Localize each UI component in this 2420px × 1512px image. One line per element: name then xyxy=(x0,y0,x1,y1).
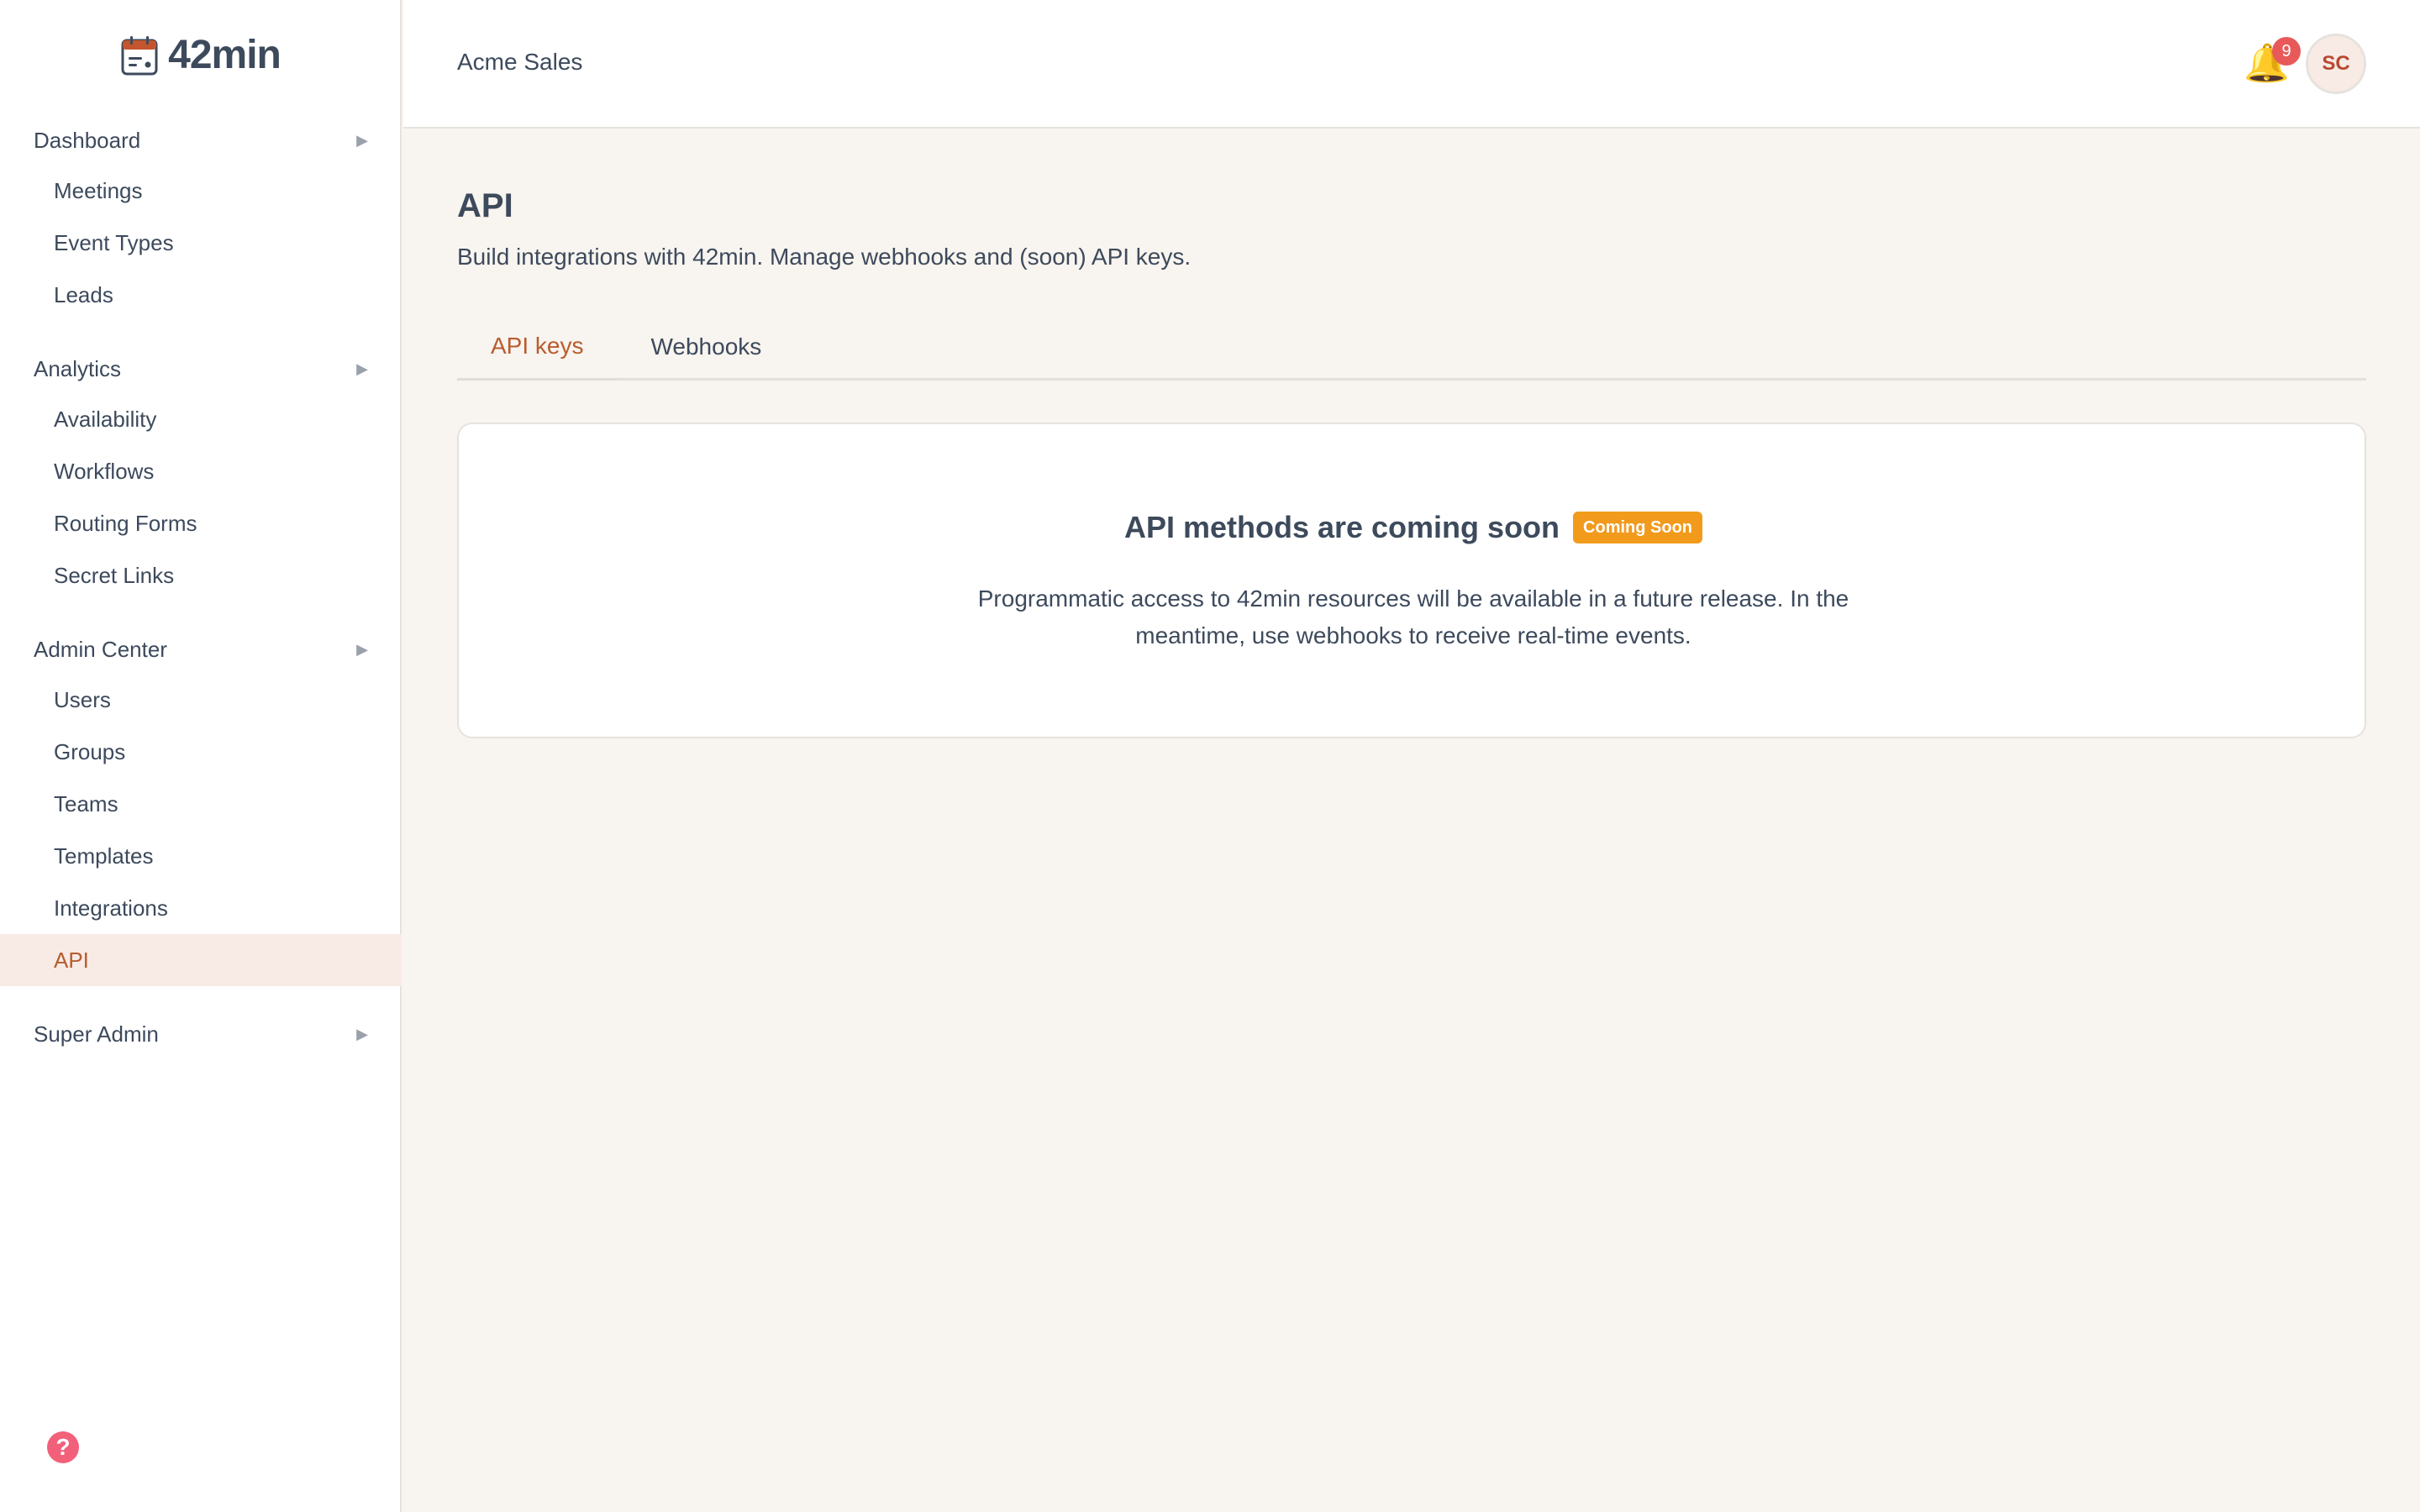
chevron-right-icon: ▶ xyxy=(356,640,368,658)
sidebar-item-groups[interactable]: Groups xyxy=(0,726,402,778)
sidebar-item-meetings[interactable]: Meetings xyxy=(0,165,402,217)
sidebar-item-templates[interactable]: Templates xyxy=(0,830,402,882)
notification-badge: 9 xyxy=(2272,37,2301,66)
page-subtitle: Build integrations with 42min. Manage we… xyxy=(457,244,1192,270)
coming-soon-card: API methods are coming soon Coming Soon … xyxy=(457,423,2366,738)
card-title: API methods are coming soon xyxy=(1123,510,1560,544)
page-title: API xyxy=(457,187,513,224)
chevron-right-icon: ▶ xyxy=(356,131,368,149)
help-icon[interactable]: ? xyxy=(47,1431,79,1463)
top-bar: Acme Sales 🔔 9 SC xyxy=(403,0,2420,129)
group-label: Analytics xyxy=(34,355,122,381)
group-header-admin-center[interactable]: Admin Center ▶ xyxy=(0,625,402,674)
group-label: Dashboard xyxy=(34,127,141,153)
sidebar-item-routing-forms[interactable]: Routing Forms xyxy=(0,497,402,549)
sidebar-item-leads[interactable]: Leads xyxy=(0,269,402,321)
sidebar-item-teams[interactable]: Teams xyxy=(0,778,402,830)
group-header-super-admin[interactable]: Super Admin ▶ xyxy=(0,1010,402,1058)
nav-group-admin-center: Admin Center ▶ Users Groups Teams Templa… xyxy=(0,625,402,986)
card-heading: API methods are coming soon Coming Soon xyxy=(459,510,2368,545)
sidebar-item-availability[interactable]: Availability xyxy=(0,393,402,445)
logo-text: 42min xyxy=(168,33,281,77)
status-badge: Coming Soon xyxy=(1573,512,1703,543)
group-label: Super Admin xyxy=(34,1021,159,1047)
org-name[interactable]: Acme Sales xyxy=(457,49,582,76)
group-header-dashboard[interactable]: Dashboard ▶ xyxy=(0,116,402,165)
nav-group-analytics: Analytics ▶ Availability Workflows Routi… xyxy=(0,344,402,601)
chevron-right-icon: ▶ xyxy=(356,1025,368,1042)
sidebar-item-event-types[interactable]: Event Types xyxy=(0,217,402,269)
card-description: Programmatic access to 42min resources w… xyxy=(977,585,1849,648)
calendar-icon xyxy=(121,35,158,75)
sidebar-item-integrations[interactable]: Integrations xyxy=(0,882,402,934)
sidebar: 42min Dashboard ▶ Meetings Event Types L… xyxy=(0,0,402,1512)
sidebar-nav: Dashboard ▶ Meetings Event Types Leads A… xyxy=(0,116,402,1082)
nav-group-dashboard: Dashboard ▶ Meetings Event Types Leads xyxy=(0,116,402,321)
sidebar-item-secret-links[interactable]: Secret Links xyxy=(0,549,402,601)
tab-bar: API keys Webhooks xyxy=(457,313,2366,381)
group-label: Admin Center xyxy=(34,636,167,662)
avatar[interactable]: SC xyxy=(2306,34,2366,94)
chevron-right-icon: ▶ xyxy=(356,360,368,377)
sidebar-item-users[interactable]: Users xyxy=(0,674,402,726)
nav-group-super-admin: Super Admin ▶ xyxy=(0,1010,402,1058)
group-header-analytics[interactable]: Analytics ▶ xyxy=(0,344,402,393)
sidebar-item-workflows[interactable]: Workflows xyxy=(0,445,402,497)
sidebar-item-api[interactable]: API xyxy=(0,934,402,986)
app-logo[interactable]: 42min xyxy=(0,32,402,78)
tab-webhooks[interactable]: Webhooks xyxy=(617,313,795,381)
tab-api-keys[interactable]: API keys xyxy=(457,313,618,381)
